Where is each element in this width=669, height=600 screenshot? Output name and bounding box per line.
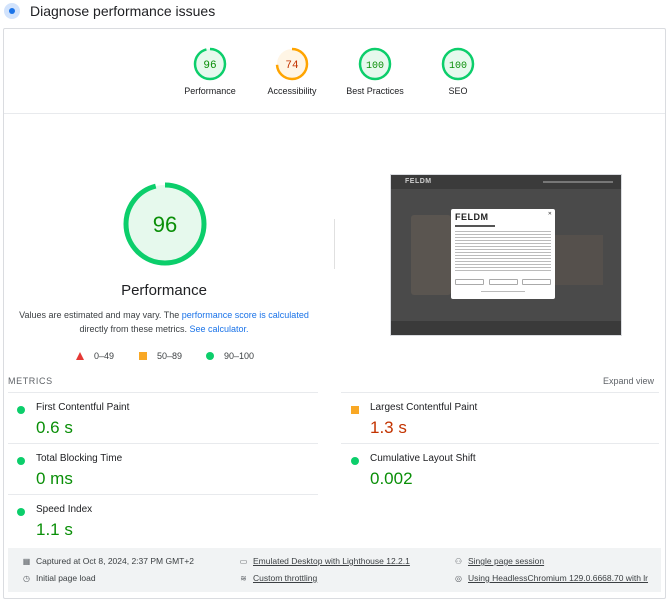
legend-average: 50–89 — [139, 351, 182, 361]
legend-pass: 90–100 — [206, 351, 254, 361]
score-calculated-link[interactable]: performance score is calculated — [182, 310, 309, 320]
cookie-modal: FELDM ✕ — [451, 209, 555, 299]
pass-circle-icon — [17, 406, 25, 414]
metric-divider — [341, 392, 659, 393]
gauge-score: 100 — [449, 61, 467, 72]
page-title: Diagnose performance issues — [30, 3, 216, 19]
browser-link[interactable]: Using HeadlessChromium 129.0.6668.70 wit… — [468, 573, 648, 583]
legend-label: 0–49 — [94, 351, 115, 361]
metric-divider — [8, 494, 318, 495]
desc-text: Values are estimated and may vary. The — [19, 310, 182, 320]
performance-title: Performance — [121, 282, 207, 299]
gauge-ring: 74 — [275, 47, 309, 81]
pass-circle-icon — [351, 457, 359, 465]
metric-value: 1.3 s — [370, 418, 407, 437]
gauge-ring: 100 — [358, 47, 392, 81]
gauge-accessibility[interactable]: 74 Accessibility — [247, 47, 337, 96]
expand-view-button[interactable]: Expand view — [603, 376, 654, 386]
metric-value: 1.1 s — [36, 520, 73, 539]
gauge-score: 100 — [366, 61, 384, 72]
gauge-label: Performance — [184, 86, 236, 96]
metric-divider — [8, 443, 318, 444]
big-score: 96 — [153, 212, 177, 237]
report-panel: 96 Performance 74 Accessibility 100 Best… — [3, 28, 666, 599]
modal-logo: FELDM — [455, 212, 489, 222]
desktop-icon: ▭ — [239, 556, 248, 566]
metric-name: First Contentful Paint — [36, 402, 130, 413]
gauge-label: Best Practices — [346, 86, 404, 96]
chrome-icon: ◎ — [455, 573, 462, 583]
metric-divider — [341, 443, 659, 444]
single-page-session[interactable]: ⚇ Single page session — [454, 556, 544, 566]
metric-value: 0 ms — [36, 469, 73, 488]
score-description: Values are estimated and may vary. The p… — [14, 308, 314, 336]
captured-text: Captured at Oct 8, 2024, 2:37 PM GMT+2 — [36, 556, 195, 566]
gauge-ring: 100 — [441, 47, 475, 81]
metric-value: 0.002 — [370, 469, 413, 488]
metric-divider — [8, 392, 318, 393]
vertical-divider — [334, 219, 335, 269]
category-gauges: 96 Performance 74 Accessibility 100 Best… — [4, 47, 665, 127]
legend-label: 50–89 — [157, 351, 183, 361]
metric-name: Total Blocking Time — [36, 453, 123, 464]
modal-button — [455, 279, 484, 285]
emulated-desktop[interactable]: ▭ Emulated Desktop with Lighthouse 12.2.… — [239, 556, 410, 566]
gauge-performance[interactable]: 96 Performance — [165, 47, 255, 96]
screenshot-footer — [391, 321, 621, 335]
modal-buttons — [455, 279, 551, 285]
metric-name: Cumulative Layout Shift — [370, 453, 476, 464]
screenshot-background-photo — [411, 215, 451, 295]
metrics-heading: METRICS — [8, 376, 53, 386]
modal-footer — [481, 291, 525, 292]
initial-page-load: ◷ Initial page load — [22, 573, 96, 583]
session-link[interactable]: Single page session — [468, 556, 544, 566]
average-square-icon — [351, 406, 359, 414]
metric-name: Largest Contentful Paint — [370, 402, 478, 413]
calculator-link[interactable]: See calculator. — [189, 324, 248, 334]
modal-button — [522, 279, 551, 285]
gauge-score: 96 — [203, 60, 216, 72]
close-icon: ✕ — [547, 211, 552, 217]
lighthouse-icon — [4, 3, 20, 19]
wifi-icon: ≋ — [240, 573, 247, 583]
screenshot-logo: FELDM — [405, 178, 432, 185]
throttling-link[interactable]: Custom throttling — [253, 573, 317, 583]
legend-fail: 0–49 — [76, 351, 114, 361]
screenshot-nav — [543, 181, 613, 183]
gauge-best-practices[interactable]: 100 Best Practices — [330, 47, 420, 96]
gauges-divider — [4, 113, 665, 114]
gauge-label: Accessibility — [267, 86, 317, 96]
metric-name: Speed Index — [36, 504, 93, 515]
performance-big-gauge: 96 — [123, 182, 207, 266]
gauge-ring: 96 — [193, 47, 227, 81]
captured-at: ▦ Captured at Oct 8, 2024, 2:37 PM GMT+2 — [22, 556, 194, 566]
gauge-score: 74 — [285, 60, 299, 72]
pass-circle-icon — [17, 508, 25, 516]
pass-circle-icon — [17, 457, 25, 465]
modal-heading — [455, 225, 495, 227]
circle-icon — [206, 352, 214, 360]
calendar-icon: ▦ — [22, 556, 31, 566]
legend-label: 90–100 — [224, 351, 255, 361]
final-screenshot[interactable]: FELDM FELDM ✕ — [390, 174, 622, 336]
emulated-link[interactable]: Emulated Desktop with Lighthouse 12.2.1 — [253, 556, 410, 566]
screenshot-header: FELDM — [391, 175, 621, 189]
gauge-seo[interactable]: 100 SEO — [413, 47, 503, 96]
load-text: Initial page load — [36, 573, 96, 583]
modal-text — [455, 231, 551, 271]
modal-button — [488, 279, 518, 285]
custom-throttling[interactable]: ≋ Custom throttling — [239, 573, 317, 583]
metric-value: 0.6 s — [36, 418, 73, 437]
runtime-settings: ▦ Captured at Oct 8, 2024, 2:37 PM GMT+2… — [8, 548, 661, 592]
desc-text: directly from these metrics. — [79, 324, 190, 334]
timer-icon: ◷ — [23, 573, 30, 583]
top-bar: Diagnose performance issues — [0, 0, 669, 26]
square-icon — [139, 352, 147, 360]
triangle-icon — [76, 352, 84, 360]
gauge-label: SEO — [448, 86, 468, 96]
browser-info[interactable]: ◎ Using HeadlessChromium 129.0.6668.70 w… — [454, 573, 648, 583]
session-icon: ⚇ — [454, 556, 463, 566]
